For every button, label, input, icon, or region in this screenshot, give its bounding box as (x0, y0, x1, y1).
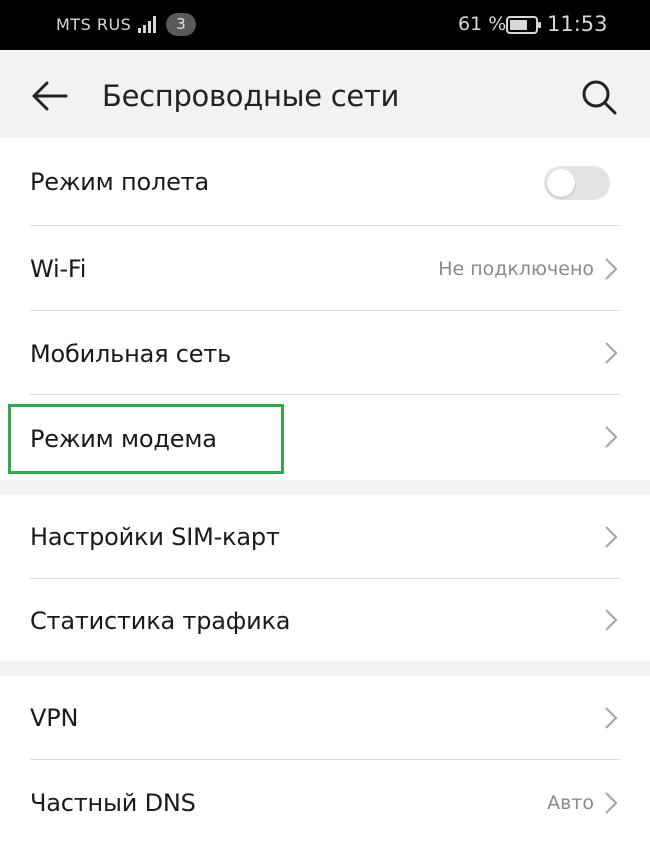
carrier-name: MTS RUS (56, 15, 132, 34)
setting-label: Wi-Fi (30, 255, 87, 283)
back-button[interactable] (24, 74, 76, 118)
setting-label: VPN (30, 704, 79, 732)
page-title: Беспроводные сети (102, 79, 400, 113)
chevron-right-icon (605, 792, 618, 814)
setting-label: Режим полета (30, 168, 209, 196)
setting-mobile-network[interactable]: Мобильная сеть (0, 311, 650, 395)
battery-icon (506, 15, 542, 39)
search-icon (582, 80, 617, 115)
group-separator (0, 480, 650, 495)
chevron-right-icon (605, 526, 618, 548)
signal-bars-icon (137, 14, 159, 38)
setting-private-dns[interactable]: Частный DNS Авто (0, 760, 650, 850)
setting-vpn[interactable]: VPN (0, 676, 650, 760)
wifi-status-value: Не подключено (438, 258, 594, 280)
clock: 11:53 (547, 12, 608, 36)
toggle-knob (547, 169, 575, 197)
chevron-right-icon (605, 707, 618, 729)
setting-airplane-mode[interactable]: Режим полета (0, 138, 650, 226)
sim-badge: 3 (166, 13, 196, 36)
chevron-right-icon (605, 342, 618, 364)
setting-label: Настройки SIM-карт (30, 523, 280, 551)
search-button[interactable] (576, 74, 622, 120)
status-bar: MTS RUS 3 61 % 11:53 (0, 0, 650, 50)
setting-wifi[interactable]: Wi-Fi Не подключено (0, 226, 650, 311)
app-bar: Беспроводные сети (0, 50, 650, 138)
chevron-right-icon (605, 609, 618, 631)
arrow-left-icon (32, 81, 68, 111)
chevron-right-icon (605, 258, 618, 280)
setting-label: Частный DNS (30, 789, 196, 817)
setting-sim-cards[interactable]: Настройки SIM-карт (0, 495, 650, 579)
battery-percent: 61 % (458, 13, 507, 35)
airplane-mode-toggle[interactable] (544, 166, 610, 200)
setting-label: Статистика трафика (30, 607, 291, 635)
setting-traffic-stats[interactable]: Статистика трафика (0, 579, 650, 661)
chevron-right-icon (605, 426, 618, 448)
private-dns-value: Авто (547, 792, 594, 814)
setting-label: Мобильная сеть (30, 340, 232, 368)
group-separator (0, 661, 650, 676)
highlight-box (8, 404, 284, 474)
